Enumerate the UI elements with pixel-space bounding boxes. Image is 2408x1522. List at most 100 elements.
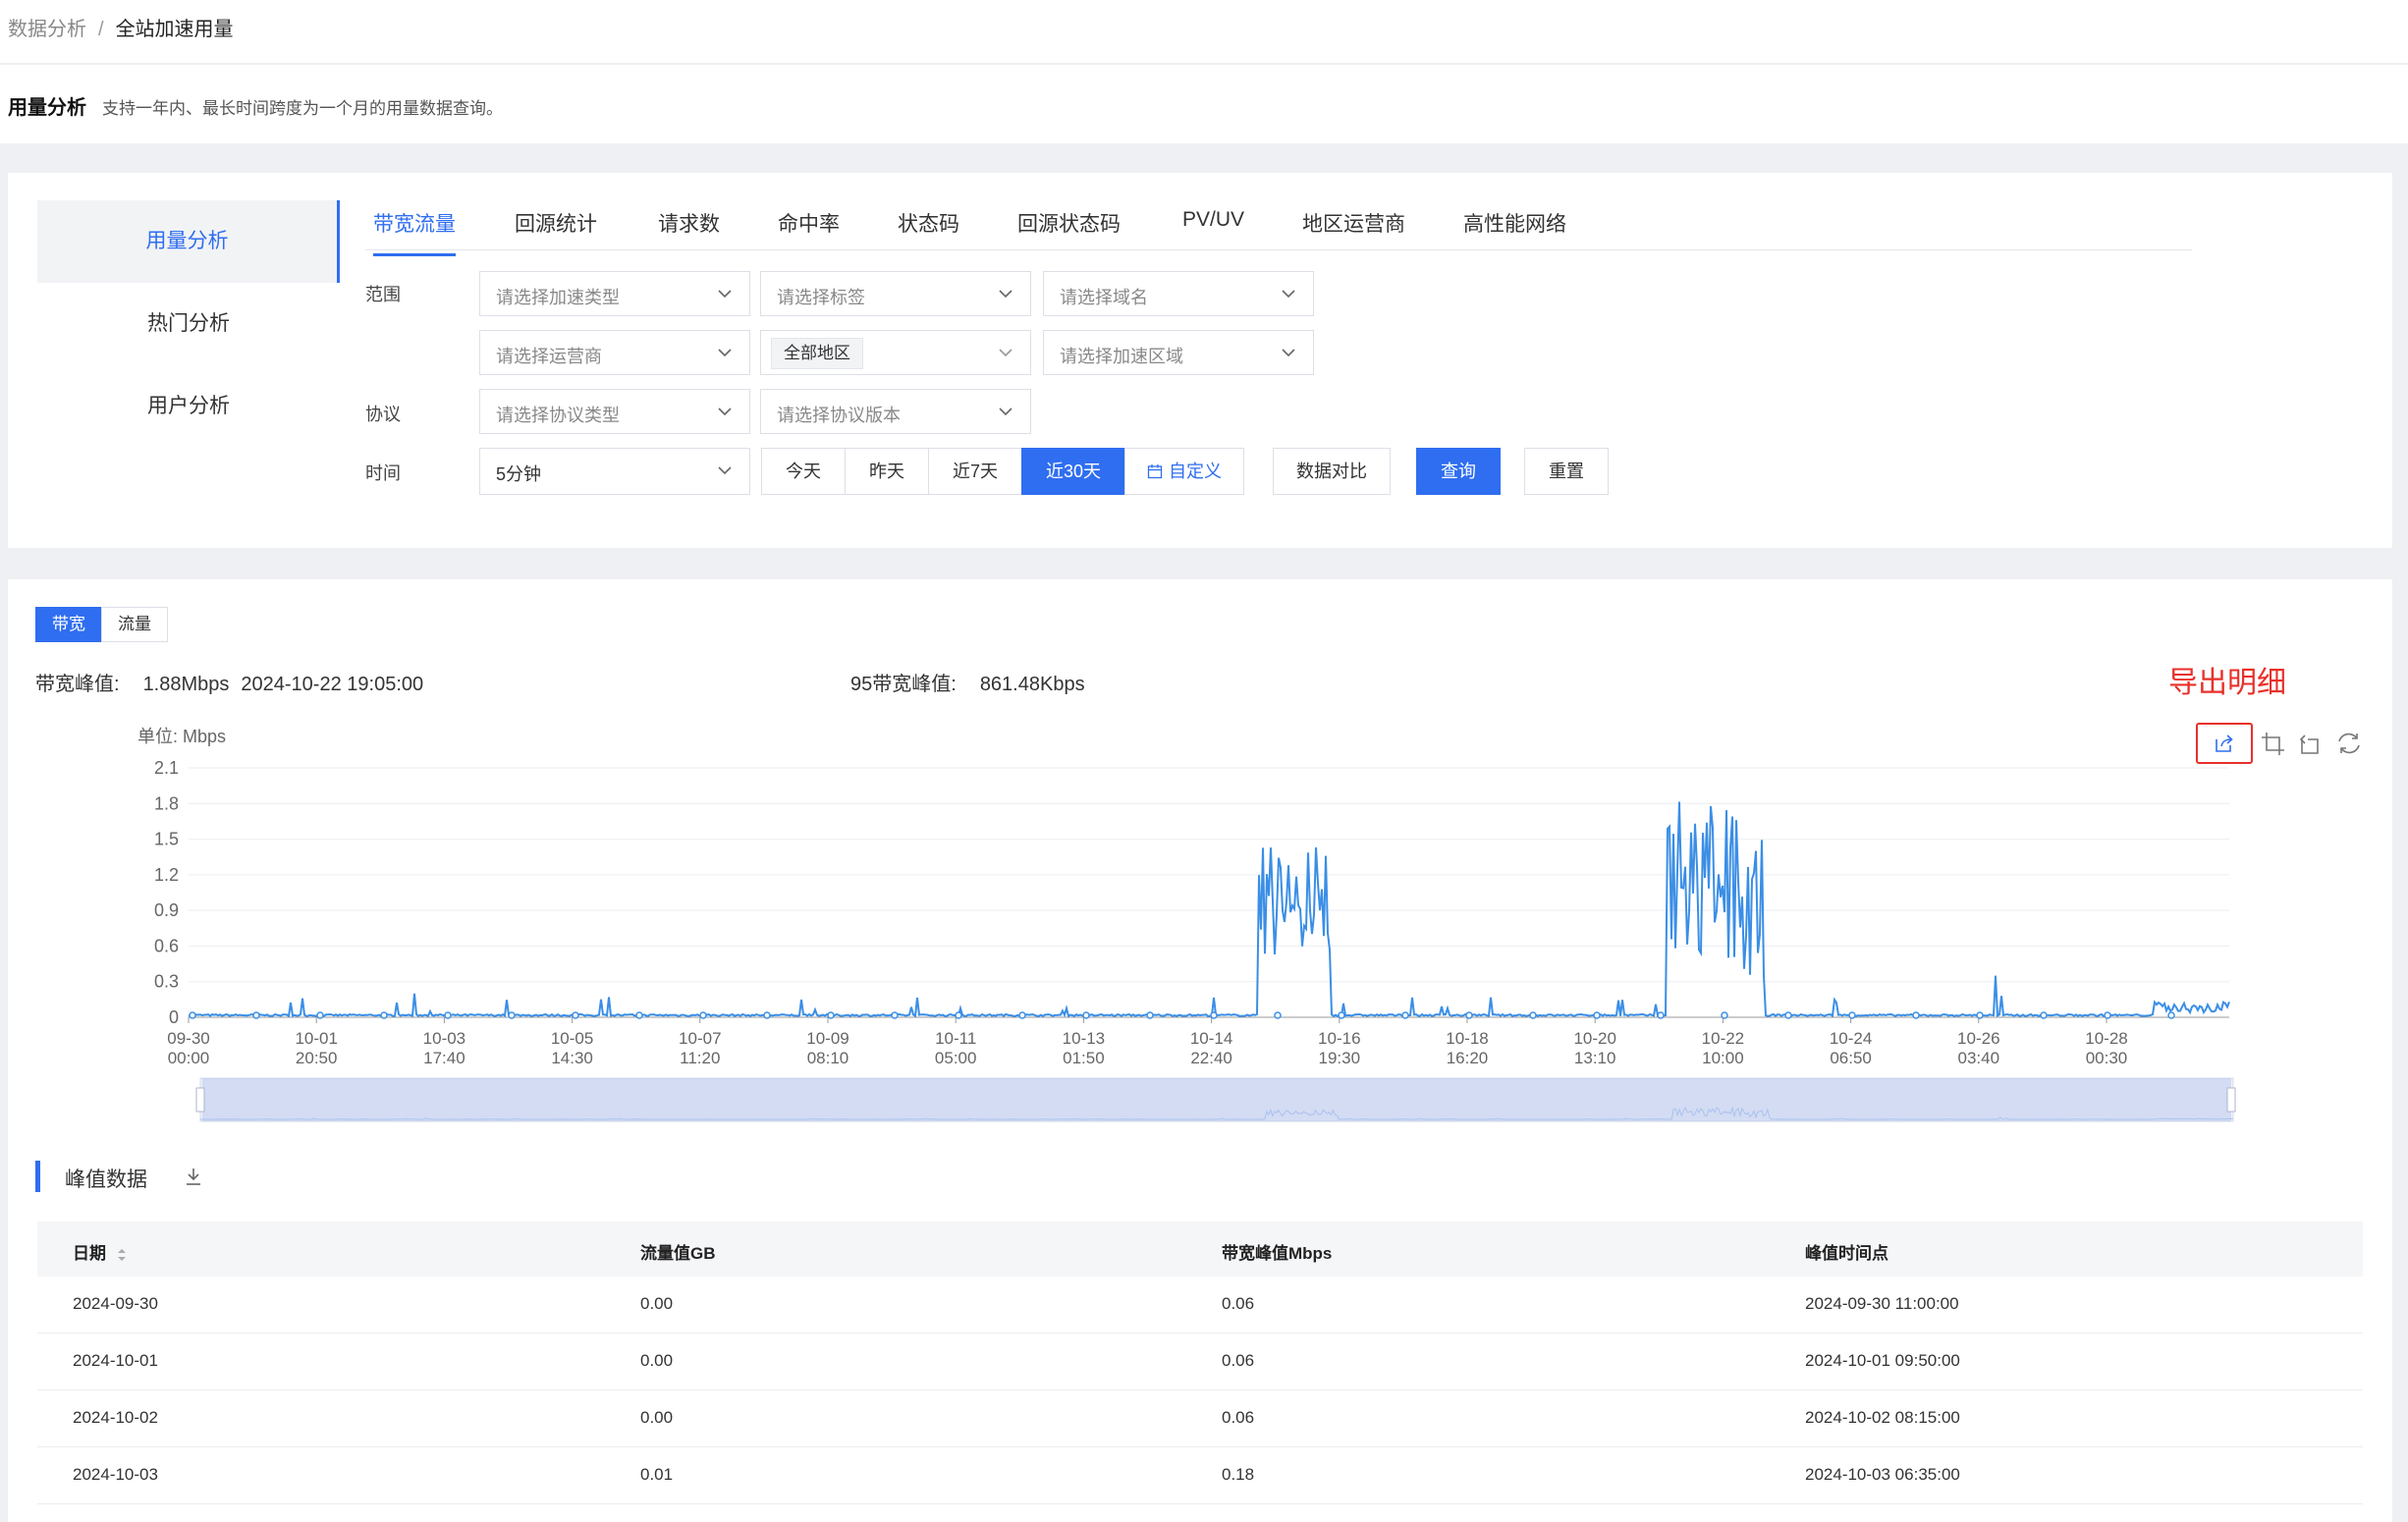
y-tick-label: 0.3 xyxy=(154,972,179,992)
bandwidth-line-chart: 单位: Mbps 2.11.81.51.20.90.60.30 09-3000:… xyxy=(137,727,2236,1122)
x-tick-label: 00:00 xyxy=(168,1049,210,1067)
data-point-marker xyxy=(1848,1011,1856,1019)
data-point-marker xyxy=(1721,1011,1728,1019)
x-tick-label: 10-14 xyxy=(1190,1029,1232,1048)
x-tick-label: 05:00 xyxy=(935,1049,977,1067)
data-zoom-slider[interactable] xyxy=(195,1077,2236,1122)
tab-origin-stats[interactable]: 回源统计 xyxy=(515,208,597,238)
range-30days-button[interactable]: 近30天 xyxy=(1021,448,1126,495)
cell-bandwidth: 0.06 xyxy=(1222,1294,1255,1313)
reset-button[interactable]: 重置 xyxy=(1524,448,1609,495)
protocol-type-select[interactable]: 请选择协议类型 xyxy=(479,389,750,434)
region-selected-tag: 全部地区 xyxy=(771,338,863,369)
data-compare-button[interactable]: 数据对比 xyxy=(1273,448,1391,495)
data-point-marker xyxy=(1976,1011,1984,1019)
cell-bandwidth: 0.06 xyxy=(1222,1408,1255,1427)
side-nav-user-analysis[interactable]: 用户分析 xyxy=(37,365,340,448)
cell-bandwidth: 0.06 xyxy=(1222,1351,1255,1370)
zoom-slider-window xyxy=(202,1078,2231,1121)
x-tick-label: 20:50 xyxy=(296,1049,338,1067)
protocol-version-select[interactable]: 请选择协议版本 xyxy=(760,389,1031,434)
x-tick-label: 19:30 xyxy=(1319,1049,1361,1067)
x-tick-label: 10-07 xyxy=(679,1029,721,1048)
table-row: 2024-10-01 0.00 0.06 2024-10-01 09:50:00 xyxy=(37,1333,2363,1390)
data-point-marker xyxy=(444,1011,452,1019)
tab-high-perf-network[interactable]: 高性能网络 xyxy=(1463,208,1566,238)
range-yesterday-button[interactable]: 昨天 xyxy=(845,448,929,495)
breadcrumb-parent[interactable]: 数据分析 xyxy=(8,19,86,40)
x-tick-label: 10-03 xyxy=(423,1029,465,1048)
accel-type-placeholder: 请选择加速类型 xyxy=(496,288,620,307)
breadcrumb-current: 全站加速用量 xyxy=(115,19,234,40)
data-point-marker xyxy=(827,1011,835,1019)
x-tick-label: 10-18 xyxy=(1446,1029,1488,1048)
x-tick-label: 10-16 xyxy=(1318,1029,1360,1048)
side-nav: 用量分析 热门分析 用户分析 xyxy=(37,200,340,448)
cell-date: 2024-10-02 xyxy=(73,1408,158,1427)
download-icon[interactable] xyxy=(183,1165,204,1188)
range-custom-label: 自定义 xyxy=(1169,462,1223,481)
protocol-version-placeholder: 请选择协议版本 xyxy=(777,406,901,425)
cell-date: 2024-10-01 xyxy=(73,1351,158,1370)
page-title: 用量分析 xyxy=(8,97,86,119)
cell-date: 2024-10-03 xyxy=(73,1465,158,1484)
data-point-marker xyxy=(1210,1011,1218,1019)
data-point-marker xyxy=(2167,1011,2175,1019)
query-button[interactable]: 查询 xyxy=(1416,448,1501,495)
calendar-icon xyxy=(1147,464,1163,479)
tag-select[interactable]: 请选择标签 xyxy=(760,271,1031,316)
col-date[interactable]: 日期 xyxy=(73,1239,128,1264)
range-custom-button[interactable]: 自定义 xyxy=(1124,448,1245,495)
tab-origin-status-code[interactable]: 回源状态码 xyxy=(1017,208,1121,238)
tab-requests[interactable]: 请求数 xyxy=(658,208,720,238)
table-row: 2024-09-30 0.00 0.06 2024-09-30 11:00:00 xyxy=(37,1277,2363,1333)
accel-region-select[interactable]: 请选择加速区域 xyxy=(1043,330,1314,375)
range-today-button[interactable]: 今天 xyxy=(761,448,846,495)
filter-card: 用量分析 热门分析 用户分析 带宽流量 回源统计 请求数 命中率 状态码 回源状… xyxy=(8,173,2392,548)
granularity-select[interactable]: 5分钟 xyxy=(479,448,750,495)
chevron-down-icon xyxy=(718,408,732,416)
page-header: 用量分析 支持一年内、最长时间跨度为一个月的用量数据查询。 xyxy=(0,65,2408,143)
top-bar: 数据分析 / 全站加速用量 xyxy=(0,0,2408,64)
range-label: 范围 xyxy=(365,285,401,304)
data-point-marker xyxy=(1593,1011,1601,1019)
side-nav-usage-analysis[interactable]: 用量分析 xyxy=(37,200,340,283)
table-row: 2024-10-03 0.01 0.18 2024-10-03 06:35:00 xyxy=(37,1447,2363,1504)
tab-region-isp[interactable]: 地区运营商 xyxy=(1302,208,1405,238)
x-tick-label: 08:10 xyxy=(807,1049,849,1067)
quick-range-group: 今天 昨天 近7天 近30天 自定义 xyxy=(761,448,1245,495)
data-point-marker xyxy=(1338,1011,1345,1019)
x-tick-label: 10-05 xyxy=(551,1029,593,1048)
x-tick-label: 13:10 xyxy=(1574,1049,1616,1067)
region-select[interactable]: 全部地区 xyxy=(760,330,1031,375)
isp-select[interactable]: 请选择运营商 xyxy=(479,330,750,375)
tab-pv-uv[interactable]: PV/UV xyxy=(1182,208,1244,232)
table-row: 2024-10-02 0.00 0.06 2024-10-02 08:15:00 xyxy=(37,1390,2363,1447)
domain-select[interactable]: 请选择域名 xyxy=(1043,271,1314,316)
range-7days-button[interactable]: 近7天 xyxy=(928,448,1023,495)
y-tick-label: 1.8 xyxy=(154,793,179,813)
protocol-label: 协议 xyxy=(365,405,401,424)
data-point-marker xyxy=(891,1011,899,1019)
accel-type-select[interactable]: 请选择加速类型 xyxy=(479,271,750,316)
chevron-down-icon xyxy=(999,290,1012,299)
tab-hit-rate[interactable]: 命中率 xyxy=(778,208,840,238)
y-tick-label: 2.1 xyxy=(154,758,179,778)
x-tick-label: 10-01 xyxy=(295,1029,337,1048)
chevron-down-icon xyxy=(1282,290,1295,299)
y-tick-label: 1.5 xyxy=(154,830,179,849)
section-accent-bar xyxy=(35,1161,40,1192)
protocol-type-placeholder: 请选择协议类型 xyxy=(496,406,620,425)
tab-bandwidth-traffic[interactable]: 带宽流量 xyxy=(373,208,456,256)
data-point-marker xyxy=(955,1011,962,1019)
y-tick-label: 0 xyxy=(169,1007,179,1027)
chart-grid xyxy=(189,767,2229,1018)
sort-icon[interactable] xyxy=(116,1247,128,1263)
domain-placeholder: 请选择域名 xyxy=(1060,288,1148,307)
tab-status-code[interactable]: 状态码 xyxy=(898,208,959,238)
x-tick-label: 03:40 xyxy=(1958,1049,2000,1067)
x-axis-ticks: 09-3000:00 10-0120:50 10-0317:40 10-0514:30… xyxy=(167,1017,2128,1067)
side-nav-hot-analysis[interactable]: 热门分析 xyxy=(37,283,340,365)
zoom-handle-left xyxy=(195,1087,205,1113)
data-point-marker xyxy=(763,1011,771,1019)
